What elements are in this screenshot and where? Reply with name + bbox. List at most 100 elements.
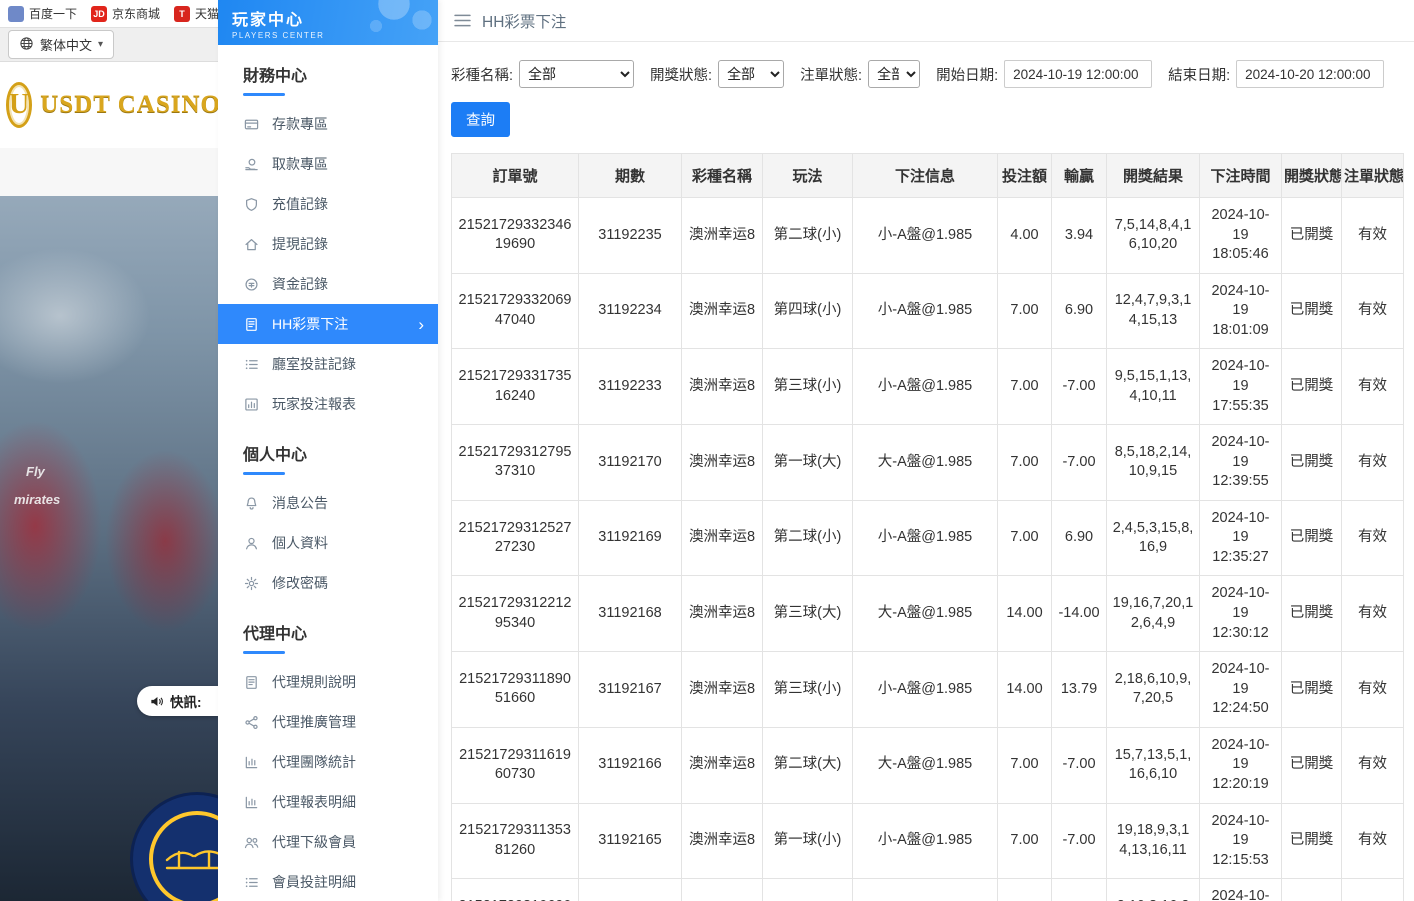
bookmark-item[interactable]: T天猫 [174,5,218,22]
win-loss: 3.94 [1052,198,1107,274]
win-loss: -7.00 [1052,425,1107,501]
sidebar-section-title: 代理中心 [218,603,438,644]
draw-status: 已開獎 [1282,803,1342,879]
win-loss: 6.90 [1052,500,1107,576]
play-type: 第二球(大) [763,879,853,901]
period: 31192168 [579,576,682,652]
play-type: 第二球(小) [763,198,853,274]
bet-info: 小-A盤@1.985 [853,273,998,349]
news-ticker[interactable]: 快訊: [137,686,218,716]
period: 31192163 [579,879,682,901]
sidebar-item-label: 代理推廣管理 [272,712,356,732]
sidebar-item-document[interactable]: 代理規則說明 [218,662,438,702]
menu-icon[interactable] [454,14,471,27]
bet-info: 大-A盤@1.985 [853,576,998,652]
casino-logo[interactable]: U USDT CASINO [0,62,218,148]
order-no: 2152172931135381260 [452,803,579,879]
draw-result: 2,18,6,10,9,7,20,5 [1107,652,1200,728]
play-type: 第三球(大) [763,576,853,652]
search-button[interactable]: 查詢 [451,102,510,137]
end-date-input[interactable] [1236,60,1384,88]
sidebar-section-title: 個人中心 [218,424,438,465]
sidebar-item-bank-card[interactable]: 存款專區 [218,104,438,144]
sidebar-item-user[interactable]: 個人資料 [218,523,438,563]
sidebar-item-chart[interactable]: 代理團隊統計 [218,742,438,782]
column-header-lottery-name: 彩種名稱 [682,154,763,198]
order-status: 有效 [1342,879,1404,901]
sidebar-item-shield[interactable]: 充值記錄 [218,184,438,224]
section-underline [243,93,285,96]
period: 31192167 [579,652,682,728]
table-row: 215217293125272723031192169澳洲幸运8第二球(小)小-… [452,500,1404,576]
main-panel: HH彩票下注 彩種名稱: 全部 開獎狀態: 全部 注單狀態: 全部 開始日期: [438,0,1414,901]
draw-status: 已開獎 [1282,198,1342,274]
sidebar-item-chart[interactable]: 代理報表明細 [218,782,438,822]
bookmark-item[interactable]: JD京东商城 [91,5,160,22]
sidebar-item-document[interactable]: HH彩票下注› [218,304,438,344]
speaker-icon [149,694,164,709]
sidebar-header: 玩家中心 PLAYERS CENTER [218,0,438,45]
start-date-label: 開始日期: [936,64,998,85]
lottery-name: 澳洲幸运8 [682,273,763,349]
order-status: 有效 [1342,500,1404,576]
language-selector[interactable]: 繁体中文 ▾ [8,30,114,59]
bookmark-item[interactable]: 百度一下 [8,5,77,22]
sidebar-item-list[interactable]: 廳室投註記錄 [218,344,438,384]
draw-result: 12,4,7,9,3,14,15,13 [1107,273,1200,349]
bank-card-icon [243,116,259,132]
sidebar-item-label: 充值記錄 [272,194,328,214]
table-row: 215217293113538126031192165澳洲幸运8第一球(小)小-… [452,803,1404,879]
sidebar-section-title: 財務中心 [218,45,438,86]
sidebar-item-list[interactable]: 會員投註明細 [218,862,438,901]
jersey-text: Fly [26,464,45,479]
order-status-label: 注單狀態: [800,64,862,85]
order-status: 有效 [1342,425,1404,501]
bet-time: 2024-10-19 12:15:53 [1200,803,1282,879]
team-logo-ring [149,811,218,901]
table-row: 215217293317351624031192233澳洲幸运8第三球(小)小-… [452,349,1404,425]
list-icon [243,356,259,372]
sidebar-item-label: 存款專區 [272,114,328,134]
bet-info: 小-A盤@1.985 [853,198,998,274]
lottery-name: 澳洲幸运8 [682,803,763,879]
draw-result: 2,4,5,3,15,8,16,9 [1107,500,1200,576]
table-row: 215217293106903217031192163澳洲幸运8第二球(大)大-… [452,879,1404,901]
sidebar-item-users[interactable]: 代理下級會員 [218,822,438,862]
sidebar-item-bell[interactable]: 消息公告 [218,483,438,523]
sidebar-item-home[interactable]: 提現記錄 [218,224,438,264]
sidebar-item-money-hand[interactable]: 取款專區 [218,144,438,184]
shield-icon [243,196,259,212]
lottery-name: 澳洲幸运8 [682,500,763,576]
play-type: 第四球(小) [763,273,853,349]
table-row: 215217293320694704031192234澳洲幸运8第四球(小)小-… [452,273,1404,349]
bet-info: 大-A盤@1.985 [853,727,998,803]
draw-status: 已開獎 [1282,576,1342,652]
win-loss: -14.00 [1052,879,1107,901]
draw-status: 已開獎 [1282,879,1342,901]
sidebar-item-share[interactable]: 代理推廣管理 [218,702,438,742]
sidebar-item-label: 廳室投註記錄 [272,354,356,374]
draw-status: 已開獎 [1282,425,1342,501]
play-type: 第二球(小) [763,500,853,576]
draw-result: 19,18,9,3,14,13,16,11 [1107,803,1200,879]
draw-status: 已開獎 [1282,652,1342,728]
draw-status-select[interactable]: 全部 [718,60,784,88]
sidebar-item-report[interactable]: 玩家投注報表 [218,384,438,424]
sidebar-item-label: 會員投註明細 [272,872,356,892]
period: 31192170 [579,425,682,501]
order-no: 2152172933173516240 [452,349,579,425]
bet-amount: 14.00 [998,652,1052,728]
sidebar-item-gear[interactable]: 修改密碼 [218,563,438,603]
order-status-select[interactable]: 全部 [868,60,920,88]
sidebar-item-label: 代理下級會員 [272,832,356,852]
bet-info: 小-A盤@1.985 [853,803,998,879]
column-header-order-no: 訂單號 [452,154,579,198]
lottery-name: 澳洲幸运8 [682,576,763,652]
document-icon [243,674,259,690]
start-date-input[interactable] [1004,60,1152,88]
win-loss: -7.00 [1052,727,1107,803]
language-label: 繁体中文 [40,35,92,54]
sidebar-item-coin[interactable]: 資金記錄 [218,264,438,304]
lottery-name-select[interactable]: 全部 [519,60,634,88]
bet-amount: 7.00 [998,500,1052,576]
